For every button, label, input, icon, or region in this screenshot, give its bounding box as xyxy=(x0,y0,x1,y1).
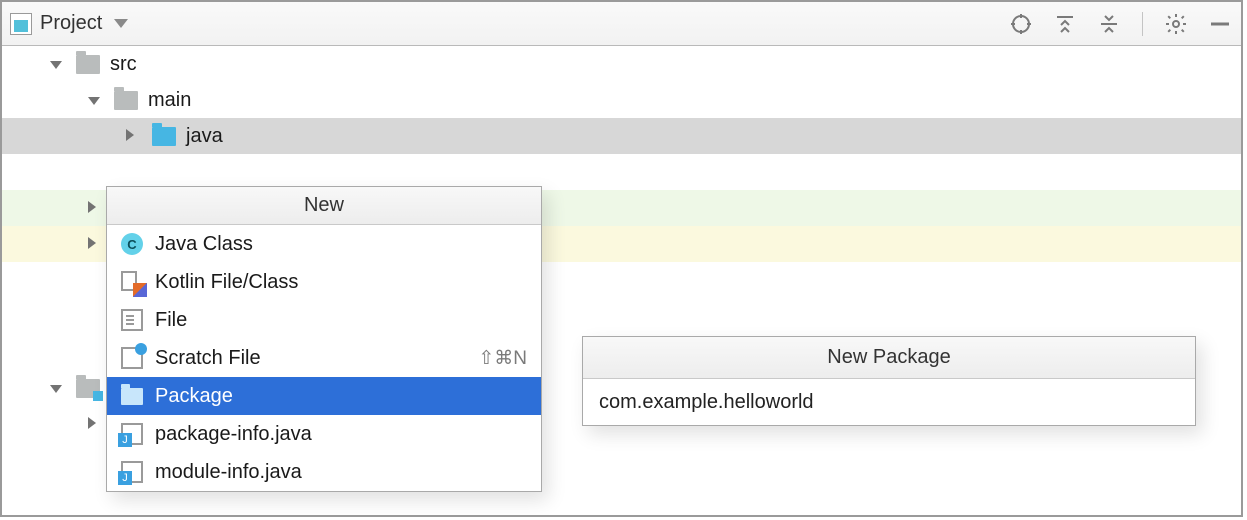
java-file-icon xyxy=(121,423,143,445)
menu-item-file[interactable]: File xyxy=(107,301,541,339)
expand-all-icon[interactable] xyxy=(1052,11,1078,37)
menu-item-kotlin-file[interactable]: Kotlin File/Class xyxy=(107,263,541,301)
chevron-down-icon[interactable] xyxy=(114,19,128,28)
hide-icon[interactable] xyxy=(1207,11,1233,37)
menu-item-label: Scratch File xyxy=(155,347,261,370)
menu-item-module-info[interactable]: module-info.java xyxy=(107,453,541,491)
tree-node-java[interactable]: java xyxy=(2,118,1241,154)
file-icon xyxy=(121,309,143,331)
project-view-icon xyxy=(10,13,32,35)
menu-item-label: Kotlin File/Class xyxy=(155,271,298,294)
tree-node-label: java xyxy=(186,125,223,148)
kotlin-file-icon xyxy=(121,271,143,293)
expand-arrow-icon[interactable] xyxy=(50,377,62,399)
shortcut-label: ⇧⌘N xyxy=(478,347,527,370)
project-tool-window: Project src xyxy=(0,0,1243,517)
new-package-dialog: New Package xyxy=(582,336,1196,426)
context-menu-new: New C Java Class Kotlin File/Class File … xyxy=(106,186,542,492)
collapse-arrow-icon[interactable] xyxy=(88,197,100,219)
tool-window-header: Project xyxy=(2,2,1241,46)
dialog-title: New Package xyxy=(583,337,1195,379)
toolbar-divider xyxy=(1142,12,1143,36)
tree-node-src[interactable]: src xyxy=(2,46,1241,82)
menu-item-java-class[interactable]: C Java Class xyxy=(107,225,541,263)
tree-node-main[interactable]: main xyxy=(2,82,1241,118)
java-file-icon xyxy=(121,461,143,483)
tree-node-label: src xyxy=(110,53,137,76)
menu-item-label: package-info.java xyxy=(155,423,312,446)
tree-node-label: main xyxy=(148,89,191,112)
menu-item-package[interactable]: Package xyxy=(107,377,541,415)
collapse-all-icon[interactable] xyxy=(1096,11,1122,37)
collapse-arrow-icon[interactable] xyxy=(126,125,138,147)
menu-item-label: File xyxy=(155,309,187,332)
web-folder-icon xyxy=(76,379,100,398)
locate-icon[interactable] xyxy=(1008,11,1034,37)
package-icon xyxy=(121,388,143,405)
menu-item-label: Package xyxy=(155,385,233,408)
expand-arrow-icon[interactable] xyxy=(50,53,62,75)
package-name-input[interactable] xyxy=(583,379,1195,425)
source-folder-icon xyxy=(152,127,176,146)
folder-icon xyxy=(76,55,100,74)
collapse-arrow-icon[interactable] xyxy=(88,233,100,255)
class-icon: C xyxy=(121,233,143,255)
context-menu-title: New xyxy=(107,187,541,225)
gear-icon[interactable] xyxy=(1163,11,1189,37)
scratch-file-icon xyxy=(121,347,143,369)
menu-item-label: module-info.java xyxy=(155,461,302,484)
folder-icon xyxy=(114,91,138,110)
menu-item-package-info[interactable]: package-info.java xyxy=(107,415,541,453)
tool-window-title[interactable]: Project xyxy=(40,12,102,35)
menu-item-scratch-file[interactable]: Scratch File ⇧⌘N xyxy=(107,339,541,377)
expand-arrow-icon[interactable] xyxy=(88,89,100,111)
collapse-arrow-icon[interactable] xyxy=(88,413,100,435)
menu-item-label: Java Class xyxy=(155,233,253,256)
tree-row-spacer xyxy=(2,154,1241,190)
